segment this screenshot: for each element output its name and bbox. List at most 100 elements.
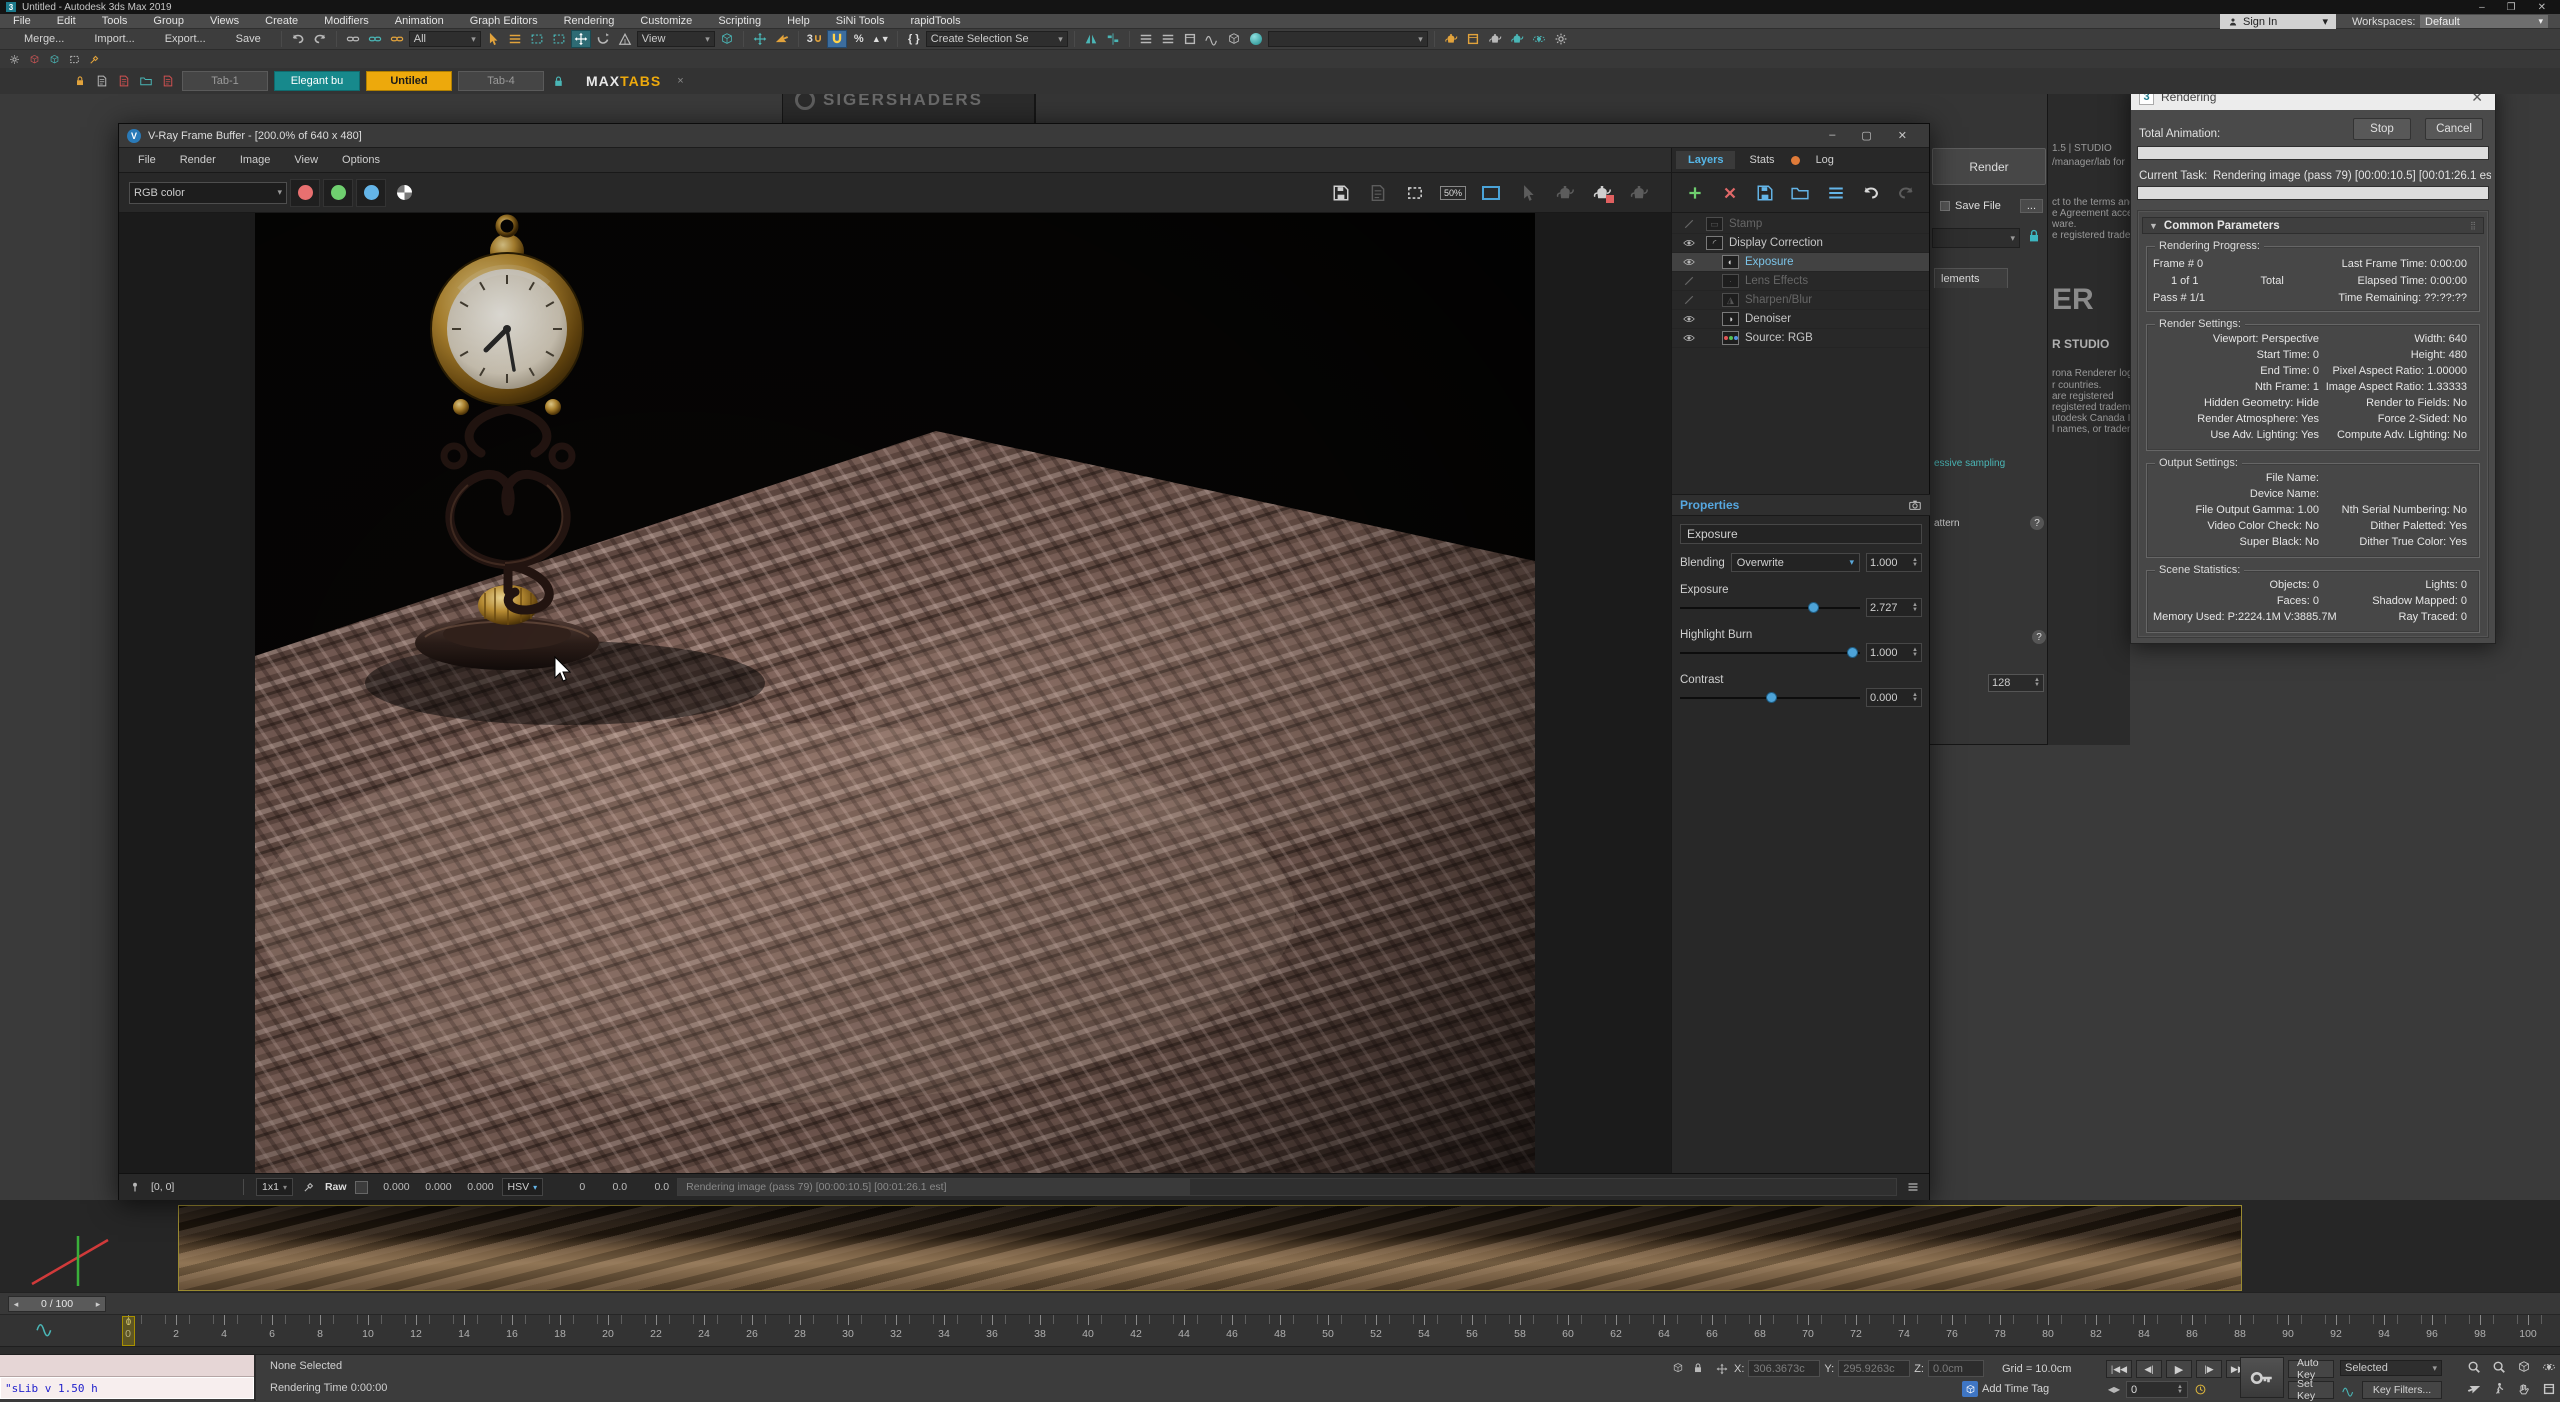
vfb-maximize-button[interactable]: ▢: [1861, 129, 1871, 142]
max-tab-4[interactable]: Tab-4: [458, 71, 544, 91]
vfb-minimize-button[interactable]: –: [1829, 129, 1835, 142]
render-iterative-icon[interactable]: [1507, 30, 1527, 48]
add-time-tag-label[interactable]: Add Time Tag: [1982, 1383, 2049, 1395]
next-frame-icon[interactable]: ▸: [91, 1299, 105, 1310]
layer-row-lens-effects[interactable]: ·Lens Effects: [1672, 272, 1929, 291]
toggle-layer-explorer-icon[interactable]: [1158, 30, 1178, 48]
layer-visible-eye-icon[interactable]: [1678, 313, 1700, 325]
value-128-spinner[interactable]: 128▲▼: [1988, 674, 2044, 692]
stop-button[interactable]: Stop: [2353, 118, 2411, 140]
unlink-selection-icon[interactable]: [365, 30, 385, 48]
import-button[interactable]: Import...: [80, 32, 148, 46]
layer-visible-eye-icon[interactable]: [1678, 256, 1700, 268]
select-and-scale-icon[interactable]: [615, 30, 635, 48]
vfb-menu-render[interactable]: Render: [169, 154, 227, 166]
selection-filter-dropdown[interactable]: All: [409, 31, 481, 47]
menu-edit[interactable]: Edit: [44, 15, 89, 27]
rectangular-selection-region-icon[interactable]: [527, 30, 547, 48]
zoom-50-button[interactable]: 50%: [1440, 186, 1466, 200]
auto-key-button[interactable]: Auto Key: [2288, 1360, 2334, 1378]
prev-frame-icon[interactable]: ◂: [9, 1299, 23, 1310]
merge-button[interactable]: Merge...: [10, 32, 78, 46]
hsv-dropdown[interactable]: HSV▾: [502, 1178, 544, 1196]
tab-book-icon[interactable]: [160, 73, 176, 89]
red-channel-button[interactable]: [290, 179, 320, 207]
menu-tools[interactable]: Tools: [89, 15, 141, 27]
layer-list-icon[interactable]: [1825, 181, 1846, 205]
transform-gizmo-icon[interactable]: [1714, 1361, 1730, 1377]
workspace-dropdown[interactable]: Default▾: [2420, 15, 2548, 28]
eyedropper-icon[interactable]: [301, 1179, 317, 1195]
mini-curve-editor-icon[interactable]: [36, 1319, 54, 1337]
prompt-macro-field[interactable]: [1268, 31, 1428, 47]
save-button[interactable]: Save: [222, 32, 275, 46]
key-filter-curve-icon[interactable]: [2340, 1382, 2356, 1398]
menu-help[interactable]: Help: [774, 15, 823, 27]
track-bar[interactable]: [0, 1346, 2560, 1354]
play-icon[interactable]: ▶: [2166, 1360, 2192, 1378]
layer-visible-eye-icon[interactable]: [1678, 237, 1700, 249]
layer-row-denoiser[interactable]: ◑Denoiser: [1672, 310, 1929, 329]
redo-icon[interactable]: [310, 30, 330, 48]
vfb-menu-options[interactable]: Options: [331, 154, 391, 166]
tab-log[interactable]: Log: [1804, 151, 1846, 169]
restore-button[interactable]: ❐: [2507, 2, 2516, 13]
menu-scripting[interactable]: Scripting: [705, 15, 774, 27]
export-button[interactable]: Export...: [151, 32, 220, 46]
blue-channel-button[interactable]: [356, 179, 386, 207]
layer-row-display-correction[interactable]: ◜Display Correction: [1672, 234, 1929, 253]
active-viewport-fragment[interactable]: [178, 1205, 2242, 1291]
cancel-button[interactable]: Cancel: [2425, 118, 2483, 140]
set-key-button[interactable]: Set Key: [2288, 1381, 2334, 1399]
walk-through-icon[interactable]: [2487, 1379, 2511, 1399]
vfb-menu-view[interactable]: View: [283, 154, 329, 166]
save-file-checkbox[interactable]: [1940, 201, 1950, 211]
rendered-frame-window-icon[interactable]: [1463, 30, 1483, 48]
tab-case-icon[interactable]: [138, 73, 154, 89]
render-icon[interactable]: [1627, 181, 1651, 205]
common-parameters-rollout[interactable]: ▼ Common Parameters ⣿: [2142, 217, 2484, 234]
layer-row-exposure[interactable]: ◐Exposure: [1672, 253, 1929, 272]
tab-stats[interactable]: Stats: [1737, 151, 1786, 169]
sini-tool-icon[interactable]: [46, 51, 62, 67]
menu-file[interactable]: File: [0, 15, 44, 27]
menu-animation[interactable]: Animation: [382, 15, 457, 27]
tab-script-icon[interactable]: [94, 73, 110, 89]
gear-icon[interactable]: [6, 51, 22, 67]
alpha-channel-button[interactable]: [389, 179, 419, 207]
vfb-menu-image[interactable]: Image: [229, 154, 282, 166]
blending-dropdown[interactable]: Overwrite: [1731, 553, 1860, 572]
load-layer-tree-icon[interactable]: [1790, 181, 1811, 205]
reference-coordinate-dropdown[interactable]: View: [637, 31, 715, 47]
layers-undo-icon[interactable]: [1860, 181, 1881, 205]
layer-row-sharpen-blur[interactable]: ◮Sharpen/Blur: [1672, 291, 1929, 310]
spinner-snap-toggle-icon[interactable]: ▲▼: [871, 30, 891, 48]
key-selection-dropdown[interactable]: Selected: [2340, 1360, 2442, 1376]
rendered-image[interactable]: [255, 213, 1535, 1173]
key-filters-button[interactable]: Key Filters...: [2362, 1381, 2442, 1399]
fit-frame-icon[interactable]: [1479, 181, 1503, 205]
tab-lock-icon[interactable]: [72, 73, 88, 89]
layer-row-source-rgb[interactable]: Source: RGB: [1672, 329, 1929, 348]
pan-view-icon[interactable]: [2512, 1379, 2536, 1399]
maxtabs-lock-icon[interactable]: [550, 73, 566, 89]
stop-render-icon[interactable]: [1590, 181, 1614, 205]
exposure-slider[interactable]: [1680, 598, 1860, 617]
tab-layers[interactable]: Layers: [1676, 151, 1735, 169]
window-titlebar[interactable]: 3 Untitled - Autodesk 3ds Max 2019 – ❐ ✕: [0, 0, 2560, 14]
menu-modifiers[interactable]: Modifiers: [311, 15, 382, 27]
field-of-view-icon[interactable]: [2462, 1379, 2486, 1399]
contrast-spinner[interactable]: 0.000▲▼: [1866, 688, 1922, 707]
bind-to-space-warp-icon[interactable]: [387, 30, 407, 48]
render-production-icon[interactable]: [1485, 30, 1505, 48]
select-and-rotate-icon[interactable]: [593, 30, 613, 48]
layer-name-field[interactable]: Exposure: [1680, 524, 1922, 544]
time-configuration-icon[interactable]: [2192, 1382, 2208, 1398]
close-button[interactable]: ✕: [2538, 2, 2546, 13]
dropper-tool-icon[interactable]: [86, 51, 102, 67]
isolate-selection-icon[interactable]: [1670, 1360, 1686, 1376]
menu-group[interactable]: Group: [140, 15, 197, 27]
set-key-big-button[interactable]: [2240, 1357, 2284, 1398]
edit-named-selection-sets-icon[interactable]: { }: [904, 30, 924, 48]
channel-dropdown[interactable]: RGB color: [129, 182, 287, 204]
